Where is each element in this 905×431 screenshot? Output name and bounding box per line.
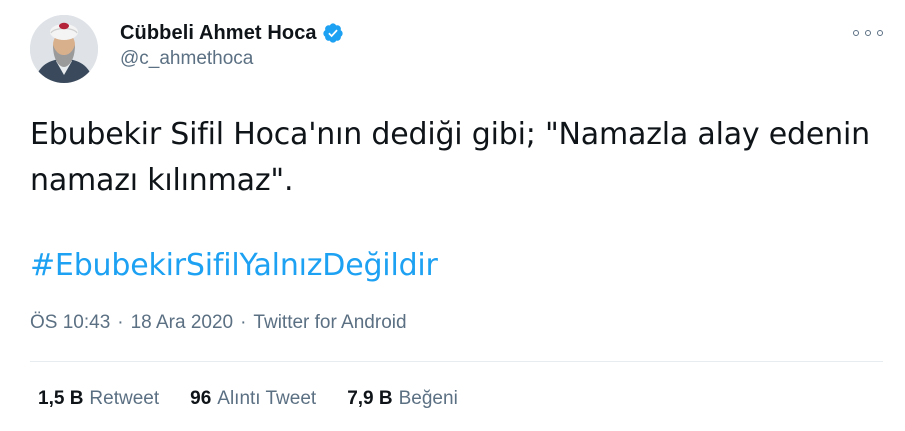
retweet-count: 1,5 B	[38, 388, 84, 409]
display-name-row: Cübbeli Ahmet Hoca	[120, 20, 344, 46]
avatar[interactable]	[30, 15, 98, 83]
like-stat[interactable]: 7,9 B Beğeni	[347, 388, 458, 410]
tweet-source[interactable]: Twitter for Android	[253, 312, 406, 334]
author-handle[interactable]: @c_ahmethoca	[120, 48, 344, 70]
engagement-stats: 1,5 B Retweet 96 Alıntı Tweet 7,9 B Beğe…	[38, 388, 489, 410]
tweet-meta: ÖS 10:43 · 18 Ara 2020 · Twitter for And…	[30, 312, 407, 334]
more-dot	[853, 30, 859, 36]
hashtag-link[interactable]: #EbubekirSifilYalnızDeğildir	[30, 243, 438, 289]
tweet-date[interactable]: 18 Ara 2020	[131, 312, 233, 334]
retweet-label: Retweet	[89, 388, 160, 409]
display-name[interactable]: Cübbeli Ahmet Hoca	[120, 22, 317, 45]
verified-badge-icon	[322, 22, 344, 44]
divider	[30, 361, 883, 362]
more-options-icon[interactable]	[853, 26, 883, 40]
like-count: 7,9 B	[347, 388, 393, 409]
more-dot	[865, 30, 871, 36]
tweet-text: Ebubekir Sifil Hoca'nın dediği gibi; "Na…	[30, 117, 870, 198]
like-label: Beğeni	[398, 388, 458, 409]
quote-tweet-count: 96	[190, 388, 212, 409]
quote-tweet-label: Alıntı Tweet	[217, 388, 317, 409]
tweet-card: Cübbeli Ahmet Hoca @c_ahmethoca Ebubekir…	[0, 0, 905, 431]
author-info: Cübbeli Ahmet Hoca @c_ahmethoca	[120, 20, 344, 70]
meta-separator: ·	[117, 312, 124, 333]
more-dot	[877, 30, 883, 36]
tweet-time[interactable]: ÖS 10:43	[30, 312, 110, 334]
quote-tweet-stat[interactable]: 96 Alıntı Tweet	[190, 388, 316, 410]
meta-separator: ·	[240, 312, 247, 333]
retweet-stat[interactable]: 1,5 B Retweet	[38, 388, 159, 410]
